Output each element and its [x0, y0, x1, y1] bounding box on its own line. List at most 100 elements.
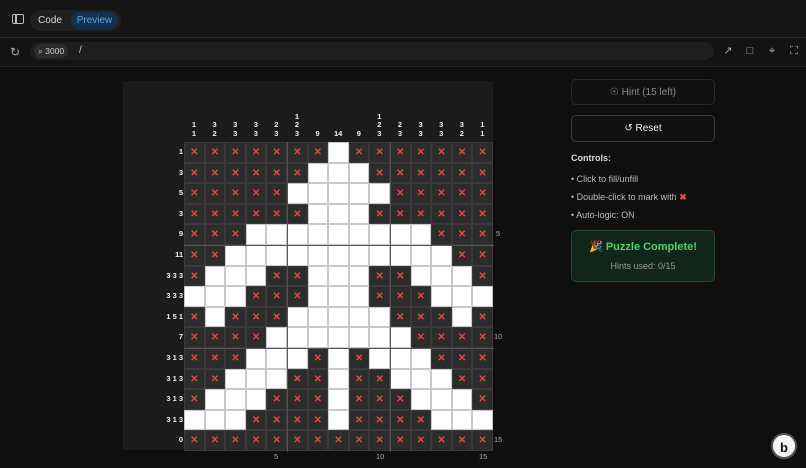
cell-marked[interactable] [184, 244, 205, 266]
cell-marked[interactable] [472, 347, 493, 369]
cell-marked[interactable] [204, 203, 226, 225]
cell-filled[interactable] [348, 224, 370, 245]
cell-marked[interactable] [389, 203, 411, 225]
cell-marked[interactable] [451, 183, 473, 204]
cell-filled[interactable] [389, 327, 411, 348]
cell-filled[interactable] [225, 265, 246, 287]
cell-filled[interactable] [451, 286, 473, 307]
cell-marked[interactable] [389, 286, 411, 307]
cell-filled[interactable] [286, 347, 308, 369]
cell-filled[interactable] [307, 203, 329, 225]
cell-filled[interactable] [389, 347, 411, 369]
cell-marked[interactable] [225, 142, 246, 163]
cell-filled[interactable] [348, 327, 370, 348]
cell-filled[interactable] [204, 265, 226, 287]
cell-marked[interactable] [286, 368, 308, 390]
cell-marked[interactable] [369, 162, 390, 184]
cell-filled[interactable] [245, 368, 267, 390]
cell-marked[interactable] [472, 244, 493, 266]
cell-marked[interactable] [389, 430, 411, 451]
cell-marked[interactable] [184, 368, 205, 390]
cell-marked[interactable] [410, 142, 432, 163]
cell-filled[interactable] [307, 286, 329, 307]
cell-marked[interactable] [184, 162, 205, 184]
cell-filled[interactable] [307, 244, 329, 266]
cell-marked[interactable] [410, 286, 432, 307]
cell-filled[interactable] [307, 183, 329, 204]
cell-marked[interactable] [431, 183, 452, 204]
cell-marked[interactable] [225, 327, 246, 348]
cell-filled[interactable] [348, 162, 370, 184]
cell-marked[interactable] [472, 368, 493, 390]
bolt-logo-icon[interactable]: b [771, 433, 797, 459]
cell-filled[interactable] [266, 224, 287, 245]
cell-marked[interactable] [369, 409, 390, 431]
cell-marked[interactable] [451, 368, 473, 390]
cell-marked[interactable] [451, 162, 473, 184]
cell-filled[interactable] [307, 265, 329, 287]
cell-marked[interactable] [389, 409, 411, 431]
cell-marked[interactable] [204, 183, 226, 204]
external-link-icon[interactable]: ↗ [721, 44, 735, 58]
cell-filled[interactable] [225, 368, 246, 390]
cell-filled[interactable] [245, 347, 267, 369]
reload-icon[interactable]: ↻ [10, 46, 20, 58]
cell-marked[interactable] [451, 327, 473, 348]
cell-marked[interactable] [245, 162, 267, 184]
cell-marked[interactable] [266, 409, 287, 431]
cell-filled[interactable] [472, 286, 493, 307]
cell-filled[interactable] [266, 244, 287, 266]
cell-filled[interactable] [389, 244, 411, 266]
cell-marked[interactable] [245, 203, 267, 225]
cell-marked[interactable] [225, 183, 246, 204]
cell-marked[interactable] [431, 430, 452, 451]
cell-marked[interactable] [204, 430, 226, 451]
cell-filled[interactable] [184, 286, 205, 307]
cell-filled[interactable] [225, 389, 246, 410]
cell-marked[interactable] [204, 224, 226, 245]
cell-marked[interactable] [431, 327, 452, 348]
cell-filled[interactable] [245, 389, 267, 410]
sidebar-toggle-icon[interactable] [12, 14, 24, 24]
cell-marked[interactable] [266, 162, 287, 184]
cell-marked[interactable] [245, 286, 267, 307]
cell-filled[interactable] [266, 347, 287, 369]
cell-marked[interactable] [451, 244, 473, 266]
cell-marked[interactable] [451, 430, 473, 451]
cell-marked[interactable] [389, 306, 411, 328]
cell-filled[interactable] [245, 224, 267, 245]
cell-filled[interactable] [328, 142, 349, 163]
cell-marked[interactable] [307, 430, 329, 451]
cell-filled[interactable] [204, 306, 226, 328]
cell-filled[interactable] [431, 244, 452, 266]
cell-filled[interactable] [286, 306, 308, 328]
cell-filled[interactable] [348, 244, 370, 266]
cell-marked[interactable] [204, 327, 226, 348]
cell-marked[interactable] [348, 142, 370, 163]
cell-filled[interactable] [286, 244, 308, 266]
cell-filled[interactable] [307, 224, 329, 245]
tab-preview[interactable]: Preview [71, 12, 118, 29]
cell-marked[interactable] [307, 389, 329, 410]
cell-marked[interactable] [204, 162, 226, 184]
cell-marked[interactable] [451, 203, 473, 225]
cell-marked[interactable] [472, 430, 493, 451]
cell-marked[interactable] [348, 389, 370, 410]
cell-marked[interactable] [307, 347, 329, 369]
cell-filled[interactable] [184, 409, 205, 431]
cell-marked[interactable] [472, 265, 493, 287]
cell-marked[interactable] [431, 347, 452, 369]
cell-filled[interactable] [328, 327, 349, 348]
cell-marked[interactable] [245, 183, 267, 204]
cell-filled[interactable] [225, 409, 246, 431]
cell-filled[interactable] [451, 306, 473, 328]
cell-filled[interactable] [328, 162, 349, 184]
cell-marked[interactable] [225, 306, 246, 328]
cell-filled[interactable] [431, 265, 452, 287]
cell-filled[interactable] [410, 389, 432, 410]
cell-marked[interactable] [184, 203, 205, 225]
cell-marked[interactable] [307, 409, 329, 431]
cell-marked[interactable] [286, 162, 308, 184]
cell-marked[interactable] [266, 286, 287, 307]
cell-marked[interactable] [204, 347, 226, 369]
